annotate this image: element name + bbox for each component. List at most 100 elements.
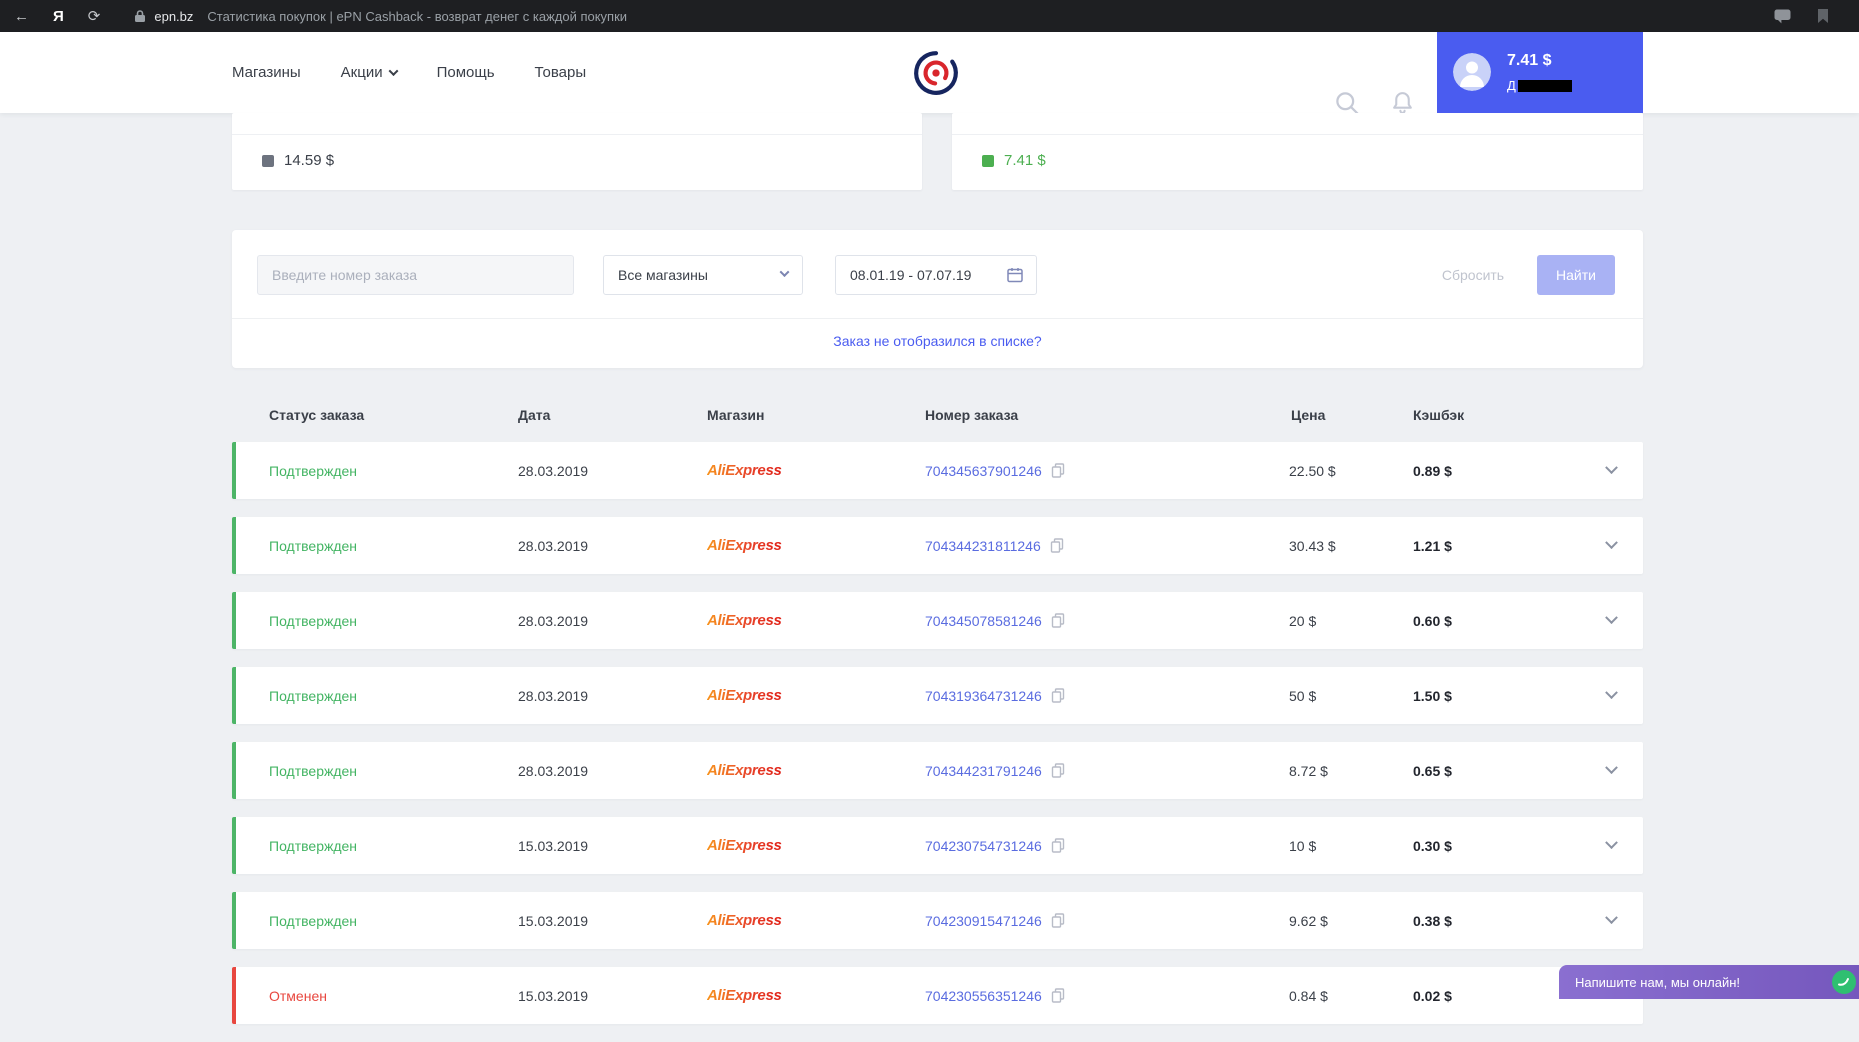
order-date: 28.03.2019 [518,612,589,629]
order-row[interactable]: Подтвержден 28.03.2019 AliExpress 704345… [232,592,1643,649]
stat-available-row: 7.41 $ [982,152,1046,169]
order-number-input[interactable] [257,255,574,295]
nav-item-goods[interactable]: Товары [535,64,587,81]
row-expand-button[interactable] [1596,592,1626,649]
nav-item-help[interactable]: Помощь [437,64,495,81]
shop-logo-aliexpress: AliExpress [707,462,782,479]
column-header-date: Дата [518,407,551,423]
chevron-down-icon [1604,836,1618,850]
order-number-link[interactable]: 704344231811246 [925,538,1041,554]
shop-select[interactable]: Все магазины [603,255,803,295]
copy-icon[interactable] [1051,913,1065,928]
order-number-link[interactable]: 704319364731246 [925,688,1042,704]
order-cashback: 0.60 $ [1413,612,1452,629]
table-header-row: Статус заказа Дата Магазин Номер заказа … [232,407,1643,429]
shop-logo-aliexpress: AliExpress [707,912,782,929]
user-name-redacted [1517,79,1572,92]
stat-card-available: 7.41 $ [952,113,1643,190]
row-expand-button[interactable] [1596,817,1626,874]
copy-icon[interactable] [1051,763,1065,778]
browser-refresh-button[interactable]: ⟳ [88,7,101,25]
order-price: 20 $ [1289,612,1317,629]
order-price: 0.84 $ [1289,987,1328,1004]
row-expand-button[interactable] [1596,892,1626,949]
chevron-down-icon [1604,461,1618,475]
copy-icon[interactable] [1051,838,1065,853]
browser-chrome: ← Я ⟳ epn.bz Статистика покупок | ePN Ca… [0,0,1859,32]
order-status: Отменен [269,987,327,1004]
copy-icon[interactable] [1051,688,1065,703]
order-price: 22.50 $ [1289,462,1336,479]
chat-online-icon [1832,970,1856,994]
order-status: Подтвержден [269,762,358,779]
divider [232,134,922,135]
calendar-icon [1007,268,1023,283]
order-cashback: 1.21 $ [1413,537,1452,554]
order-date: 28.03.2019 [518,462,589,479]
browser-chat-icon[interactable] [1774,9,1791,24]
copy-icon[interactable] [1051,463,1065,478]
order-price: 10 $ [1289,837,1317,854]
order-row[interactable]: Подтвержден 15.03.2019 AliExpress 704230… [232,817,1643,874]
order-number-link[interactable]: 704230754731246 [925,838,1042,854]
chevron-down-icon [1604,686,1618,700]
nav-item-shops[interactable]: Магазины [232,64,301,81]
copy-icon[interactable] [1051,613,1065,628]
user-name: Д [1507,78,1572,93]
order-row[interactable]: Отменен 15.03.2019 AliExpress 7042305563… [232,967,1643,1024]
copy-icon[interactable] [1050,538,1064,553]
order-price: 50 $ [1289,687,1317,704]
epn-logo[interactable] [912,49,960,97]
order-row[interactable]: Подтвержден 15.03.2019 AliExpress 704230… [232,892,1643,949]
yandex-browser-logo[interactable]: Я [53,8,64,25]
row-expand-button[interactable] [1596,667,1626,724]
chevron-down-icon [1604,911,1618,925]
order-status: Подтвержден [269,537,358,554]
row-expand-button[interactable] [1596,442,1626,499]
order-row[interactable]: Подтвержден 28.03.2019 AliExpress 704344… [232,742,1643,799]
order-number-link[interactable]: 704230556351246 [925,988,1042,1004]
site-header: Магазины Акции Помощь Товары 7.41 $ Д [0,32,1859,115]
copy-icon[interactable] [1051,988,1065,1003]
nav-item-promos[interactable]: Акции [341,64,399,81]
row-expand-button[interactable] [1596,742,1626,799]
chat-widget-label: Напишите нам, мы онлайн! [1575,974,1741,990]
order-status: Подтвержден [269,687,358,704]
order-cashback: 0.65 $ [1413,762,1452,779]
shop-select-value: Все магазины [618,267,708,283]
browser-back-button[interactable]: ← [14,8,29,25]
stat-available-value: 7.41 $ [1004,152,1046,169]
order-cashback: 0.30 $ [1413,837,1452,854]
order-number-link[interactable]: 704230915471246 [925,913,1042,929]
order-number-link[interactable]: 704345637901246 [925,463,1042,479]
orders-list: Подтвержден 28.03.2019 AliExpress 704345… [232,442,1643,1042]
order-row[interactable]: Подтвержден 28.03.2019 AliExpress 704345… [232,442,1643,499]
user-account-panel[interactable]: 7.41 $ Д [1437,32,1643,113]
order-price: 8.72 $ [1289,762,1328,779]
order-number-link[interactable]: 704345078581246 [925,613,1042,629]
user-balance: 7.41 $ [1507,52,1552,69]
order-cashback: 0.38 $ [1413,912,1452,929]
column-header-cashback: Кэшбэк [1413,407,1465,423]
address-bar-domain[interactable]: epn.bz [154,9,193,24]
shop-logo-aliexpress: AliExpress [707,537,782,554]
legend-square-gray-icon [262,154,274,167]
order-row[interactable]: Подтвержден 28.03.2019 AliExpress 704344… [232,517,1643,574]
order-row[interactable]: Подтвержден 28.03.2019 AliExpress 704319… [232,667,1643,724]
chat-widget[interactable]: Напишите нам, мы онлайн! [1559,965,1859,999]
column-header-order-number: Номер заказа [925,407,1019,423]
find-button[interactable]: Найти [1537,255,1615,295]
browser-bookmark-flag-icon[interactable] [1817,8,1829,24]
reset-button[interactable]: Сбросить [1428,255,1518,295]
divider [952,134,1643,135]
divider [232,318,1643,319]
order-date: 28.03.2019 [518,762,589,779]
order-cashback: 1.50 $ [1413,687,1452,704]
order-number-link[interactable]: 704344231791246 [925,763,1042,779]
missing-order-link[interactable]: Заказ не отобразился в списке? [232,333,1643,349]
avatar [1453,53,1491,91]
shop-logo-aliexpress: AliExpress [707,612,782,629]
date-range-field[interactable]: 08.01.19 - 07.07.19 [835,255,1037,295]
row-expand-button[interactable] [1596,517,1626,574]
order-date: 28.03.2019 [518,687,589,704]
